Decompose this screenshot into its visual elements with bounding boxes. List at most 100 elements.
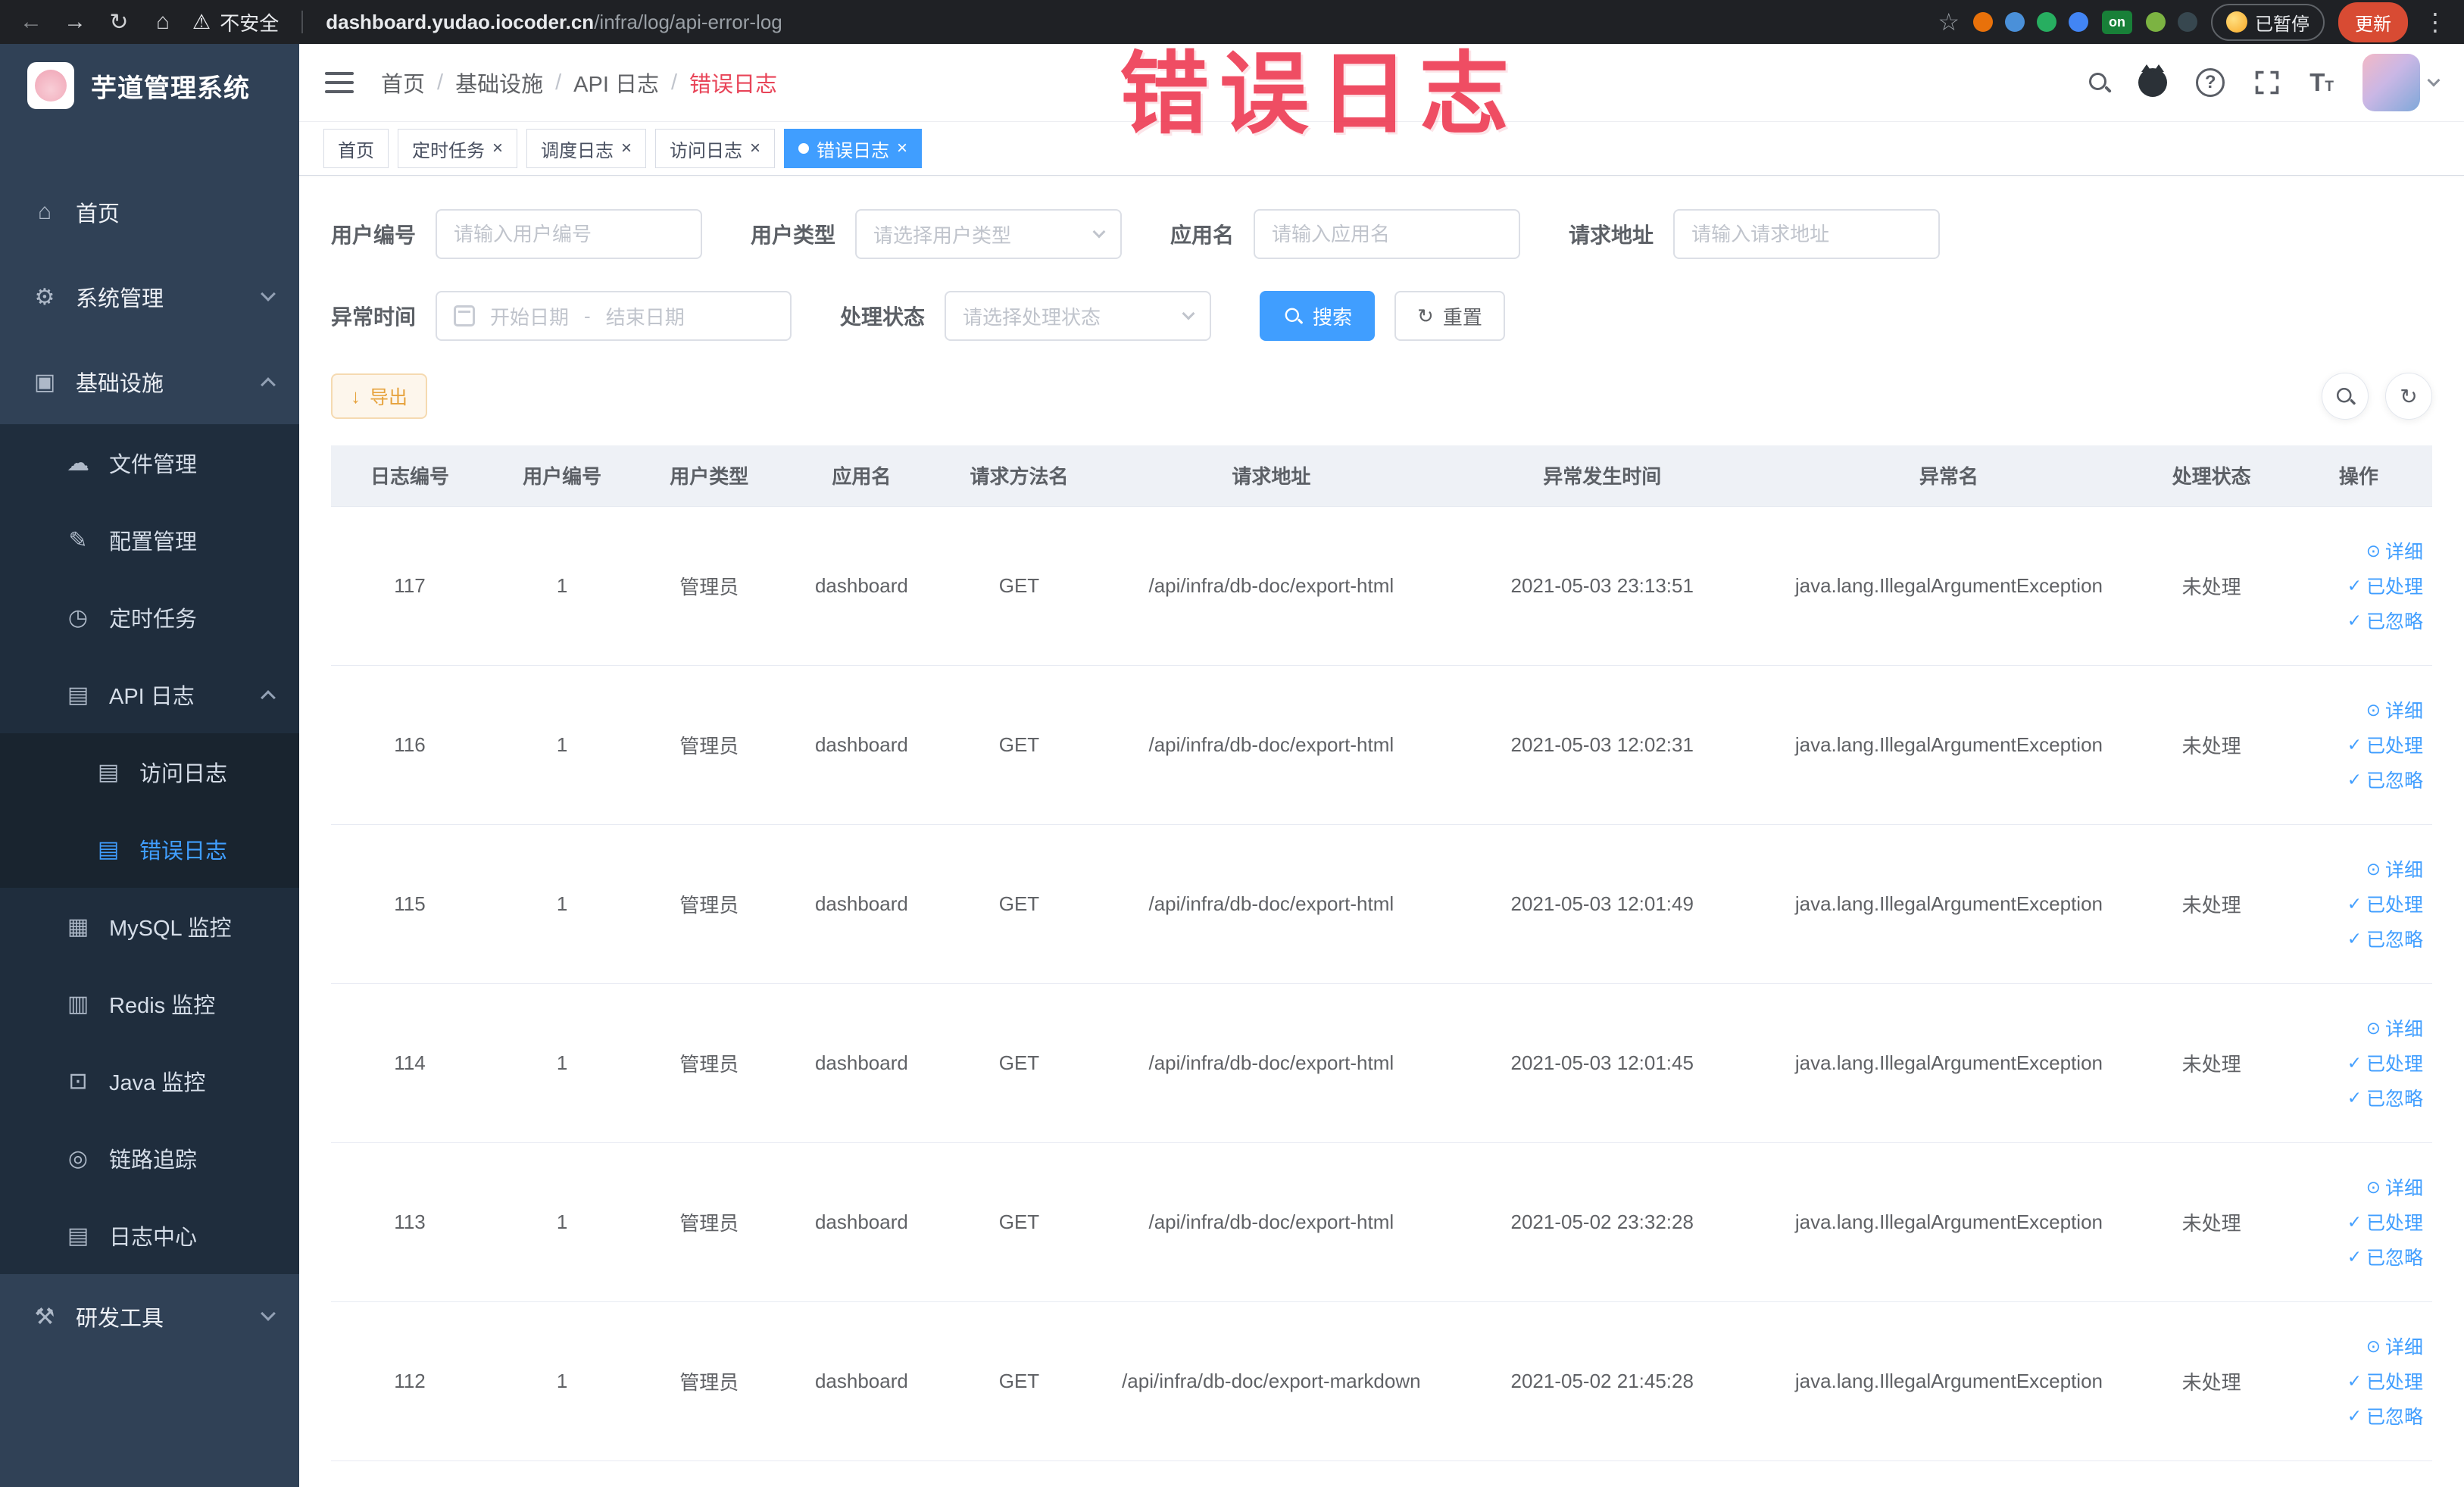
export-button[interactable]: ↓ 导出 — [331, 373, 428, 419]
extension-icon[interactable] — [2178, 12, 2197, 32]
extension-icon[interactable] — [2037, 12, 2056, 32]
action-processed-link[interactable]: ✓ 已处理 — [2347, 1367, 2423, 1395]
action-detail-link[interactable]: ⊙ 详细 — [2366, 696, 2423, 723]
action-ignored-link[interactable]: ✓ 已忽略 — [2347, 1402, 2423, 1429]
action-ignored-link[interactable]: ✓ 已忽略 — [2347, 1243, 2423, 1270]
row-actions: ⊙ 详细 ✓ 已处理 ✓ 已忽略 — [2291, 855, 2426, 952]
search-button[interactable]: 搜索 — [1260, 291, 1376, 341]
tab-4[interactable]: 错误日志 × — [784, 129, 923, 168]
app-logo[interactable]: 芋道管理系统 — [0, 44, 299, 127]
reset-button[interactable]: ↻ 重置 — [1394, 291, 1505, 341]
cell-app-name: dashboard — [782, 1301, 941, 1461]
sidebar-item-file-manage[interactable]: ☁ 文件管理 — [0, 424, 299, 501]
action-detail-link[interactable]: ⊙ 详细 — [2366, 855, 2423, 883]
user-avatar-menu[interactable] — [2363, 54, 2441, 111]
paused-badge[interactable]: 已暂停 — [2211, 3, 2325, 41]
address-bar[interactable]: dashboard.yudao.iocoder.cn/infra/log/api… — [326, 11, 782, 34]
user-id-input[interactable] — [436, 209, 703, 259]
exception-time-label: 异常时间 — [331, 305, 417, 329]
action-detail-link[interactable]: ⊙ 详细 — [2366, 1332, 2423, 1360]
action-processed-link[interactable]: ✓ 已处理 — [2347, 572, 2423, 599]
sidebar-item-config-manage[interactable]: ✎ 配置管理 — [0, 501, 299, 579]
sidebar-item-log-center[interactable]: ▤ 日志中心 — [0, 1197, 299, 1274]
sidebar-item-error-log[interactable]: ▤ 错误日志 — [0, 811, 299, 888]
sidebar-item-trace[interactable]: ◎ 链路追踪 — [0, 1120, 299, 1197]
extension-icon[interactable] — [1973, 12, 1993, 32]
action-detail-link[interactable]: ⊙ 详细 — [2366, 1173, 2423, 1201]
github-icon[interactable] — [2138, 64, 2168, 97]
bookmark-star-icon[interactable]: ☆ — [1938, 8, 1960, 36]
sidebar-item-access-log[interactable]: ▤ 访问日志 — [0, 733, 299, 811]
extension-icon[interactable] — [2069, 12, 2088, 32]
top-navbar: 首页 / 基础设施 / API 日志 / 错误日志 ? TT — [299, 44, 2464, 122]
sidebar-item-java-monitor[interactable]: ⊡ Java 监控 — [0, 1042, 299, 1120]
user-type-select[interactable]: 请选择用户类型 — [855, 209, 1123, 259]
app-name-input[interactable] — [1254, 209, 1521, 259]
breadcrumb-item[interactable]: API 日志 — [573, 67, 659, 98]
sidebar-item-gear[interactable]: ⚙ 系统管理 — [0, 255, 299, 339]
action-ignored-link[interactable]: ✓ 已忽略 — [2347, 607, 2423, 634]
browser-menu-icon[interactable]: ⋮ — [2423, 8, 2447, 36]
back-icon[interactable]: ← — [17, 9, 45, 35]
sidebar-item-api-log[interactable]: ▤ API 日志 — [0, 656, 299, 733]
docs-help-icon[interactable]: ? — [2196, 68, 2225, 97]
forward-icon[interactable]: → — [61, 9, 89, 35]
eye-icon: ⊙ — [2366, 1017, 2381, 1038]
tab-close-icon[interactable]: × — [897, 139, 907, 158]
action-processed-link[interactable]: ✓ 已处理 — [2347, 1049, 2423, 1076]
request-url-input[interactable] — [1673, 209, 1941, 259]
action-processed-link[interactable]: ✓ 已处理 — [2347, 731, 2423, 758]
sidebar-item-dev-tools[interactable]: ⚒ 研发工具 — [0, 1274, 299, 1359]
fullscreen-icon[interactable] — [2253, 69, 2281, 96]
extension-on-badge[interactable]: on — [2102, 10, 2132, 34]
sidebar-item-redis-monitor[interactable]: ▥ Redis 监控 — [0, 965, 299, 1042]
table-row: 113 1 管理员 dashboard GET/api/infra/db-doc/exp… — [331, 1142, 2432, 1302]
header-search-icon[interactable] — [2088, 72, 2110, 93]
extension-icon[interactable] — [2005, 12, 2025, 32]
action-label: 已忽略 — [2366, 770, 2423, 792]
tab-3[interactable]: 访问日志 × — [655, 129, 776, 168]
action-processed-link[interactable]: ✓ 已处理 — [2347, 890, 2423, 917]
mysql-monitor-icon: ▦ — [67, 914, 89, 939]
reload-icon[interactable]: ↻ — [105, 9, 133, 36]
cell-exception: java.lang.IllegalArgumentException — [1760, 824, 2138, 984]
action-detail-link[interactable]: ⊙ 详细 — [2366, 537, 2423, 564]
cell-id: 117 — [331, 506, 489, 666]
sidebar-item-label: 基础设施 — [76, 372, 164, 396]
check-icon: ✓ — [2347, 769, 2362, 789]
sidebar-item-label: 定时任务 — [109, 608, 198, 632]
home-button-icon[interactable]: ⌂ — [148, 9, 177, 35]
check-icon: ✓ — [2347, 928, 2362, 948]
sidebar-item-infrastructure[interactable]: ▣ 基础设施 — [0, 339, 299, 424]
toggle-search-button[interactable] — [2322, 373, 2369, 420]
user-id-label: 用户编号 — [331, 223, 417, 247]
sidebar-item-label: MySQL 监控 — [109, 917, 232, 941]
action-processed-link[interactable]: ✓ 已处理 — [2347, 1208, 2423, 1236]
action-detail-link[interactable]: ⊙ 详细 — [2366, 1014, 2423, 1042]
tab-label: 定时任务 — [412, 140, 485, 161]
sidebar-item-home[interactable]: ⌂ 首页 — [0, 170, 299, 255]
tab-1[interactable]: 定时任务 × — [398, 129, 518, 168]
column-header: 操作 — [2284, 445, 2432, 507]
app-name-label: 应用名 — [1170, 223, 1235, 247]
breadcrumb-item[interactable]: 首页 — [381, 67, 425, 98]
process-status-select[interactable]: 请选择处理状态 — [945, 291, 1212, 341]
tab-0[interactable]: 首页 — [323, 129, 389, 168]
update-button[interactable]: 更新 — [2338, 2, 2408, 42]
extension-icon[interactable] — [2146, 12, 2166, 32]
tab-2[interactable]: 调度日志 × — [526, 129, 647, 168]
exception-time-range-picker[interactable]: 开始日期 - 结束日期 — [436, 291, 792, 341]
action-ignored-link[interactable]: ✓ 已忽略 — [2347, 1084, 2423, 1111]
action-ignored-link[interactable]: ✓ 已忽略 — [2347, 925, 2423, 952]
sidebar-item-mysql-monitor[interactable]: ▦ MySQL 监控 — [0, 888, 299, 965]
tab-close-icon[interactable]: × — [492, 139, 503, 158]
tab-close-icon[interactable]: × — [621, 139, 632, 158]
tab-close-icon[interactable]: × — [750, 139, 760, 158]
action-ignored-link[interactable]: ✓ 已忽略 — [2347, 766, 2423, 793]
font-size-icon[interactable]: TT — [2309, 68, 2334, 97]
hamburger-icon[interactable] — [325, 72, 354, 93]
security-indicator[interactable]: ⚠ 不安全 — [192, 8, 279, 36]
breadcrumb-item[interactable]: 基础设施 — [455, 67, 543, 98]
sidebar-item-scheduled-job[interactable]: ◷ 定时任务 — [0, 579, 299, 656]
refresh-table-button[interactable]: ↻ — [2385, 373, 2432, 420]
